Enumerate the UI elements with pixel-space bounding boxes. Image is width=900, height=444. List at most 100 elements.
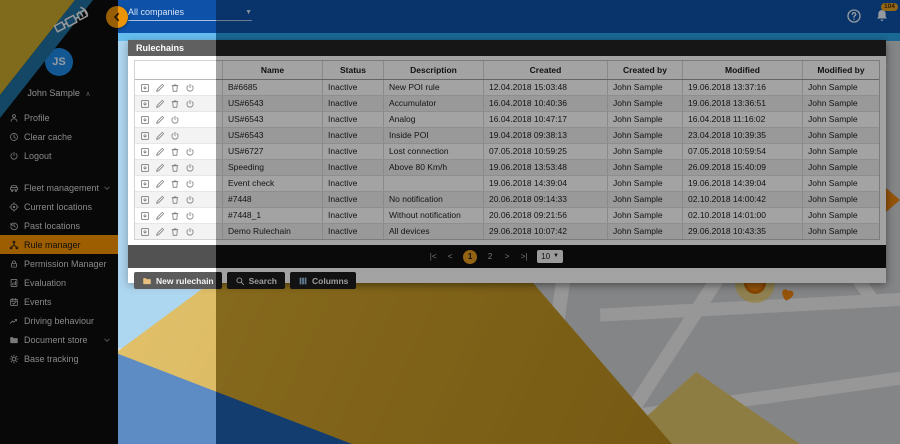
cell-actions — [135, 208, 223, 223]
header-cell-description[interactable]: Description — [384, 61, 484, 79]
export-icon — [140, 227, 151, 237]
delete-rulechain-button[interactable] — [170, 210, 181, 221]
header-cell-modified-by[interactable]: Modified by — [803, 61, 879, 79]
sidebar-item-base-tracking[interactable]: Base tracking — [0, 349, 118, 368]
table-row[interactable]: #7448InactiveNo notification20.06.2018 0… — [135, 192, 879, 208]
sidebar-item-clear-cache[interactable]: Clear cache — [0, 127, 118, 146]
delete-rulechain-button[interactable] — [170, 98, 181, 109]
button-label: New rulechain — [156, 276, 214, 286]
export-rulechain-button[interactable] — [140, 82, 151, 93]
power-icon — [170, 115, 181, 125]
export-rulechain-button[interactable] — [140, 226, 151, 237]
delete-rulechain-button[interactable] — [170, 146, 181, 157]
edit-rulechain-button[interactable] — [155, 162, 166, 173]
previous-page-button[interactable]: < — [446, 252, 454, 261]
sidebar-item-permission-manager[interactable]: Permission Manager — [0, 254, 118, 273]
sidebar-item-current-locations[interactable]: Current locations — [0, 197, 118, 216]
sidebar-item-label: Past locations — [24, 221, 80, 231]
notifications-bell-icon[interactable]: 104 — [874, 8, 890, 24]
sidebar-item-logout[interactable]: Logout — [0, 146, 118, 165]
header-cell-status[interactable]: Status — [323, 61, 384, 79]
edit-rulechain-button[interactable] — [155, 210, 166, 221]
sidebar-item-rule-manager[interactable]: Rule manager — [0, 235, 118, 254]
delete-rulechain-button[interactable] — [170, 82, 181, 93]
power-icon — [185, 227, 196, 237]
sidebar-item-events[interactable]: Events — [0, 292, 118, 311]
cell-name: Demo Rulechain — [223, 224, 323, 239]
edit-rulechain-button[interactable] — [155, 146, 166, 157]
page-button-1[interactable]: 1 — [463, 250, 477, 264]
table-row[interactable]: SpeedingInactiveAbove 80 Km/h19.06.2018 … — [135, 160, 879, 176]
edit-rulechain-button[interactable] — [155, 98, 166, 109]
table-row[interactable]: US#6543InactiveAnalog16.04.2018 10:47:17… — [135, 112, 879, 128]
delete-rulechain-button[interactable] — [170, 226, 181, 237]
toggle-rulechain-button[interactable] — [185, 194, 196, 205]
export-rulechain-button[interactable] — [140, 130, 151, 141]
table-row[interactable]: Demo RulechainInactiveAll devices29.06.2… — [135, 224, 879, 239]
toggle-rulechain-button[interactable] — [185, 178, 196, 189]
export-rulechain-button[interactable] — [140, 194, 151, 205]
button-label: Columns — [312, 276, 348, 286]
delete-icon — [170, 195, 181, 205]
last-page-button[interactable]: >| — [520, 252, 528, 261]
sidebar-item-document-store[interactable]: Document store — [0, 330, 118, 349]
power-icon — [185, 83, 196, 93]
table-row[interactable]: Event checkInactive19.06.2018 14:39:04Jo… — [135, 176, 879, 192]
cell-status: Inactive — [323, 112, 384, 127]
first-page-button[interactable]: |< — [429, 252, 437, 261]
table-row[interactable]: US#6727InactiveLost connection07.05.2018… — [135, 144, 879, 160]
export-rulechain-button[interactable] — [140, 114, 151, 125]
edit-rulechain-button[interactable] — [155, 194, 166, 205]
columns-button[interactable]: Columns — [290, 272, 356, 289]
sidebar-item-driving-behaviour[interactable]: Driving behaviour — [0, 311, 118, 330]
search-button[interactable]: Search — [227, 272, 285, 289]
sidebar-item-fleet-management[interactable]: Fleet management — [0, 178, 118, 197]
edit-icon — [155, 147, 166, 157]
table-row[interactable]: US#6543InactiveInside POI19.04.2018 09:3… — [135, 128, 879, 144]
edit-rulechain-button[interactable] — [155, 226, 166, 237]
toggle-rulechain-button[interactable] — [185, 146, 196, 157]
sidebar-item-profile[interactable]: Profile — [0, 108, 118, 127]
toggle-rulechain-button[interactable] — [185, 98, 196, 109]
toggle-rulechain-button[interactable] — [185, 210, 196, 221]
header-cell-created-by[interactable]: Created by — [608, 61, 683, 79]
toggle-rulechain-button[interactable] — [170, 130, 181, 141]
export-rulechain-button[interactable] — [140, 146, 151, 157]
table-row[interactable]: #7448_1InactiveWithout notification20.06… — [135, 208, 879, 224]
edit-rulechain-button[interactable] — [155, 114, 166, 125]
cell-actions — [135, 160, 223, 175]
sidebar-item-past-locations[interactable]: Past locations — [0, 216, 118, 235]
cell-created: 16.04.2018 10:40:36 — [484, 96, 608, 111]
table-row[interactable]: B#6685InactiveNew POI rule12.04.2018 15:… — [135, 80, 879, 96]
edit-rulechain-button[interactable] — [155, 82, 166, 93]
collapse-sidebar-button[interactable] — [106, 6, 128, 28]
toggle-rulechain-button[interactable] — [170, 114, 181, 125]
header-cell-name[interactable]: Name — [223, 61, 323, 79]
page-button-2[interactable]: 2 — [486, 252, 494, 261]
export-rulechain-button[interactable] — [140, 98, 151, 109]
next-page-button[interactable]: > — [503, 252, 511, 261]
toggle-rulechain-button[interactable] — [185, 162, 196, 173]
cell-modified: 02.10.2018 14:01:00 — [683, 208, 803, 223]
header-cell-modified[interactable]: Modified — [683, 61, 803, 79]
edit-rulechain-button[interactable] — [155, 178, 166, 189]
help-icon[interactable] — [846, 8, 862, 24]
company-selector[interactable]: All companies ▼ — [128, 7, 252, 21]
edit-rulechain-button[interactable] — [155, 130, 166, 141]
page-size-select[interactable]: 10▼ — [537, 250, 563, 263]
header-cell-created[interactable]: Created — [484, 61, 608, 79]
toggle-rulechain-button[interactable] — [185, 226, 196, 237]
export-rulechain-button[interactable] — [140, 178, 151, 189]
delete-rulechain-button[interactable] — [170, 162, 181, 173]
sidebar-item-label: Logout — [24, 151, 52, 161]
export-rulechain-button[interactable] — [140, 210, 151, 221]
sidebar-item-evaluation[interactable]: Evaluation — [0, 273, 118, 292]
edit-icon — [155, 179, 166, 189]
export-rulechain-button[interactable] — [140, 162, 151, 173]
new-rulechain-button[interactable]: New rulechain — [134, 272, 222, 289]
delete-rulechain-button[interactable] — [170, 194, 181, 205]
delete-rulechain-button[interactable] — [170, 178, 181, 189]
columns-icon — [298, 276, 308, 286]
table-row[interactable]: US#6543InactiveAccumulator16.04.2018 10:… — [135, 96, 879, 112]
toggle-rulechain-button[interactable] — [185, 82, 196, 93]
